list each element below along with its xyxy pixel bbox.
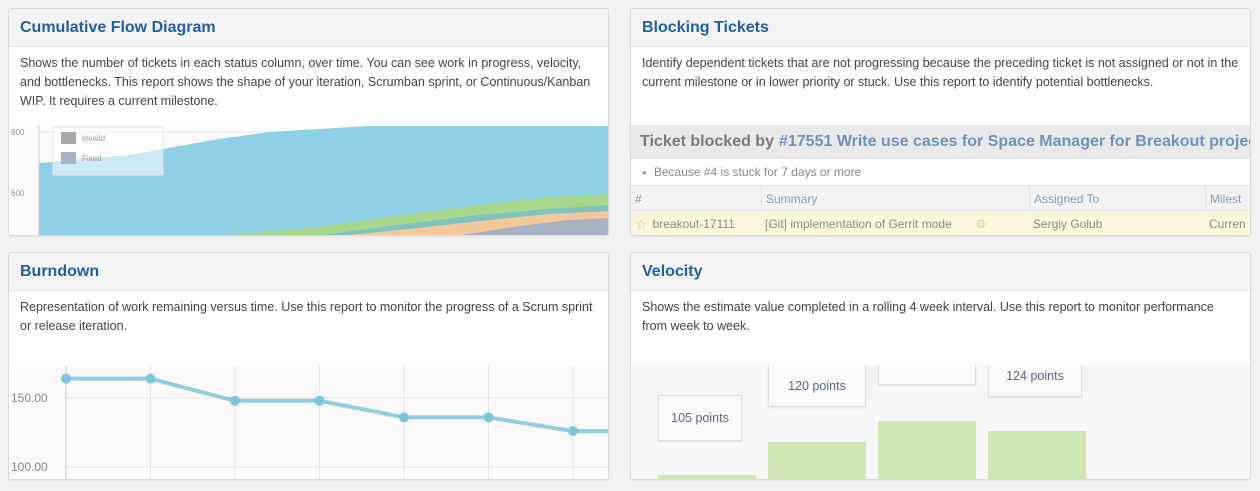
velocity-point-label: 120 points [768, 365, 866, 407]
column-header-milestone[interactable]: Milest [1205, 186, 1250, 212]
velocity-bar [878, 421, 976, 479]
column-header-summary[interactable]: Summary [761, 186, 1029, 212]
burndown-point [314, 395, 325, 406]
card-header: Velocity [631, 253, 1250, 291]
bullet-icon: ● [642, 167, 647, 177]
velocity-bar [658, 475, 756, 479]
velocity-description: Shows the estimate value completed in a … [642, 300, 1214, 333]
blocked-reason-text: Because #4 is stuck for 7 days or more [653, 165, 862, 179]
card-velocity[interactable]: Velocity Shows the estimate value comple… [630, 252, 1251, 480]
ticket-summary[interactable]: [Git] implementation of Gerrit mode [765, 217, 952, 231]
blocking-ticket-link[interactable]: #17551 Write use cases for Space Manager… [779, 133, 1250, 151]
velocity-bar [768, 442, 866, 479]
cumulative-flow-preview: 800 600 Invalid Fixed [9, 125, 608, 235]
blocking-tickets-preview: Ticket blocked by #17551 Write use cases… [631, 125, 1250, 235]
velocity-title[interactable]: Velocity [642, 263, 702, 281]
cfd-legend-invalid: Invalid [82, 134, 105, 143]
cfd-chart: 800 600 Invalid Fixed [9, 125, 608, 235]
table-row[interactable]: ☆ breakout-17111 [Git] implementation of… [631, 211, 1250, 235]
velocity-point-label: 124 points [988, 365, 1082, 397]
cfd-legend-swatch-fixed [61, 152, 76, 164]
star-icon[interactable]: ☆ [635, 216, 648, 233]
ticket-id[interactable]: breakout-17111 [653, 217, 735, 231]
velocity-preview: 105 points 120 points 124 points [631, 365, 1250, 479]
burndown-chart: 150.00 100.00 [9, 365, 608, 479]
ticket-blocked-heading: Ticket blocked by #17551 Write use cases… [631, 125, 1250, 159]
blocking-tickets-title[interactable]: Blocking Tickets [642, 19, 769, 37]
card-header: Cumulative Flow Diagram [9, 9, 608, 47]
cfd-legend-swatch-invalid [61, 132, 76, 144]
cumulative-flow-diagram-description: Shows the number of tickets in each stat… [20, 56, 591, 108]
burndown-title[interactable]: Burndown [20, 263, 99, 281]
burndown-description: Representation of work remaining versus … [20, 300, 593, 333]
burndown-point [61, 373, 71, 384]
blocked-reason: ● Because #4 is stuck for 7 days or more [631, 159, 1250, 185]
velocity-bar [988, 431, 1086, 479]
table-header-row: # Summary Assigned To Milest [631, 185, 1250, 212]
blocked-tickets-table: # Summary Assigned To Milest ☆ breakout-… [631, 185, 1250, 235]
cumulative-flow-diagram-title[interactable]: Cumulative Flow Diagram [20, 19, 216, 37]
card-header: Burndown [9, 253, 608, 291]
velocity-point-label-empty [878, 365, 976, 385]
cfd-y-tick: 600 [11, 189, 25, 198]
ticket-assignee: Sergiy Golub [1033, 217, 1103, 231]
card-blocking-tickets[interactable]: Blocking Tickets Identify dependent tick… [630, 8, 1251, 236]
burndown-y-tick: 100.00 [11, 460, 48, 474]
gear-icon[interactable]: ⚙ [976, 217, 987, 231]
burndown-preview: 150.00 100.00 [9, 365, 608, 479]
column-header-number[interactable]: # [631, 186, 761, 212]
ticket-milestone: Curren [1209, 217, 1246, 231]
cfd-legend-fixed: Fixed [82, 154, 102, 163]
ticket-id-cell[interactable]: ☆ breakout-17111 [631, 211, 761, 235]
burndown-point [483, 412, 494, 423]
burndown-point [230, 395, 240, 406]
burndown-point [568, 426, 578, 437]
card-burndown[interactable]: Burndown Representation of work remainin… [8, 252, 609, 480]
velocity-point-label: 105 points [658, 395, 742, 441]
burndown-y-tick: 150.00 [11, 391, 48, 405]
burndown-point [399, 412, 409, 423]
blocking-tickets-description: Identify dependent tickets that are not … [642, 56, 1239, 89]
cfd-y-tick: 800 [11, 128, 25, 137]
column-header-assigned-to[interactable]: Assigned To [1029, 186, 1205, 212]
card-header: Blocking Tickets [631, 9, 1250, 47]
ticket-blocked-prefix: Ticket blocked by [640, 133, 774, 150]
card-cumulative-flow-diagram[interactable]: Cumulative Flow Diagram Shows the number… [8, 8, 609, 236]
burndown-point [145, 373, 156, 384]
ticket-summary-cell[interactable]: [Git] implementation of Gerrit mode ⚙ [761, 211, 1029, 235]
